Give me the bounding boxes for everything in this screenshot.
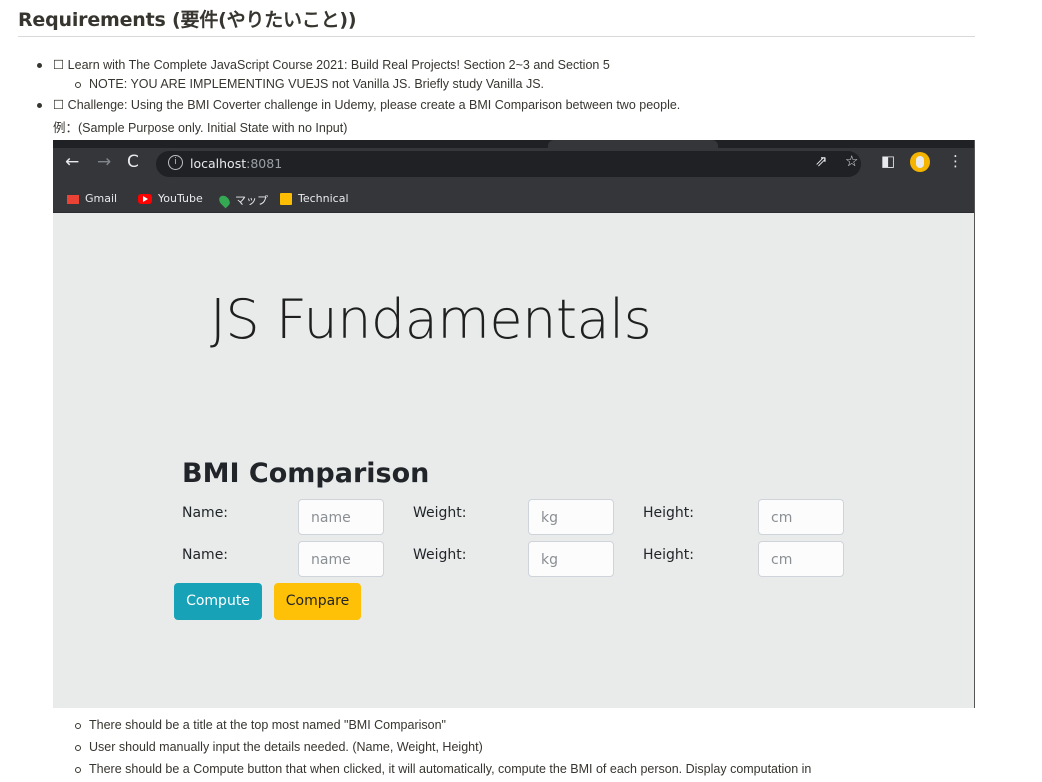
doc-divider	[18, 36, 975, 37]
url-text: localhost:8081	[190, 156, 283, 171]
height-input-2[interactable]: cm	[758, 541, 844, 577]
bullet-ring	[75, 745, 81, 751]
bookmark-gmail[interactable]: Gmail	[67, 192, 117, 205]
height-label: Height:	[643, 505, 694, 521]
gmail-icon	[67, 194, 79, 204]
name-input-1[interactable]: name	[298, 499, 384, 535]
section-title: BMI Comparison	[182, 458, 430, 489]
maps-pin-icon	[217, 193, 232, 209]
bullet-dot	[37, 63, 42, 68]
tabstrip	[53, 140, 974, 148]
side-panel-icon[interactable]: ◧	[881, 152, 895, 170]
bookmark-technical[interactable]: Technical	[280, 192, 349, 205]
bullet-ring	[75, 767, 81, 773]
back-arrow-icon[interactable]: ←	[65, 152, 79, 172]
weight-input-1[interactable]: kg	[528, 499, 614, 535]
youtube-icon	[138, 194, 152, 204]
bookmark-star-icon[interactable]: ☆	[845, 152, 858, 170]
name-input-2[interactable]: name	[298, 541, 384, 577]
weight-label: Weight:	[413, 547, 467, 563]
height-input-1[interactable]: cm	[758, 499, 844, 535]
compare-button[interactable]: Compare	[274, 583, 361, 620]
name-label: Name:	[182, 505, 229, 521]
bullet-text-1: ☐ Learn with The Complete JavaScript Cou…	[53, 58, 610, 72]
bookmark-maps[interactable]: マップ	[217, 192, 268, 209]
bullet-dot	[37, 103, 42, 108]
menu-kebab-icon[interactable]: ⋮	[948, 152, 963, 170]
bullet-ring	[75, 723, 81, 729]
sub-item: There should be a title at the top most …	[89, 718, 446, 732]
sub-item: User should manually input the details n…	[89, 740, 483, 754]
name-label: Name:	[182, 547, 229, 563]
doc-title: Requirements (要件(やりたいこと))	[18, 9, 357, 31]
forward-arrow-icon[interactable]: →	[97, 152, 111, 172]
embedded-screenshot: ← → C i localhost:8081 ⇗ ☆ ◧ ⋮ Gmail You…	[53, 140, 975, 708]
reload-icon[interactable]: C	[127, 152, 139, 172]
browser-toolbar: ← → C i localhost:8081 ⇗ ☆ ◧ ⋮	[53, 140, 974, 186]
active-tab	[548, 140, 718, 148]
info-icon[interactable]: i	[168, 155, 183, 170]
jumbotron-title: JS Fundamentals	[210, 288, 652, 351]
bookmarks-bar: Gmail YouTube マップ Technical	[53, 186, 974, 213]
bullet-note-1: NOTE: YOU ARE IMPLEMENTING VUEJS not Van…	[89, 77, 545, 91]
bullet-ring	[75, 82, 81, 88]
height-label: Height:	[643, 547, 694, 563]
address-bar[interactable]: i localhost:8081	[156, 151, 861, 177]
avatar[interactable]	[910, 152, 930, 172]
weight-label: Weight:	[413, 505, 467, 521]
folder-icon	[280, 193, 292, 205]
bullet-example: 例：(Sample Purpose only. Initial State wi…	[53, 121, 348, 135]
bookmark-youtube[interactable]: YouTube	[138, 192, 203, 205]
app-page: JS Fundamentals BMI Comparison Name: nam…	[53, 213, 974, 708]
compute-button[interactable]: Compute	[174, 583, 262, 620]
weight-input-2[interactable]: kg	[528, 541, 614, 577]
share-icon[interactable]: ⇗	[815, 152, 828, 170]
sub-item: There should be a Compute button that wh…	[89, 762, 812, 776]
bullet-text-2: ☐ Challenge: Using the BMI Coverter chal…	[53, 98, 681, 112]
